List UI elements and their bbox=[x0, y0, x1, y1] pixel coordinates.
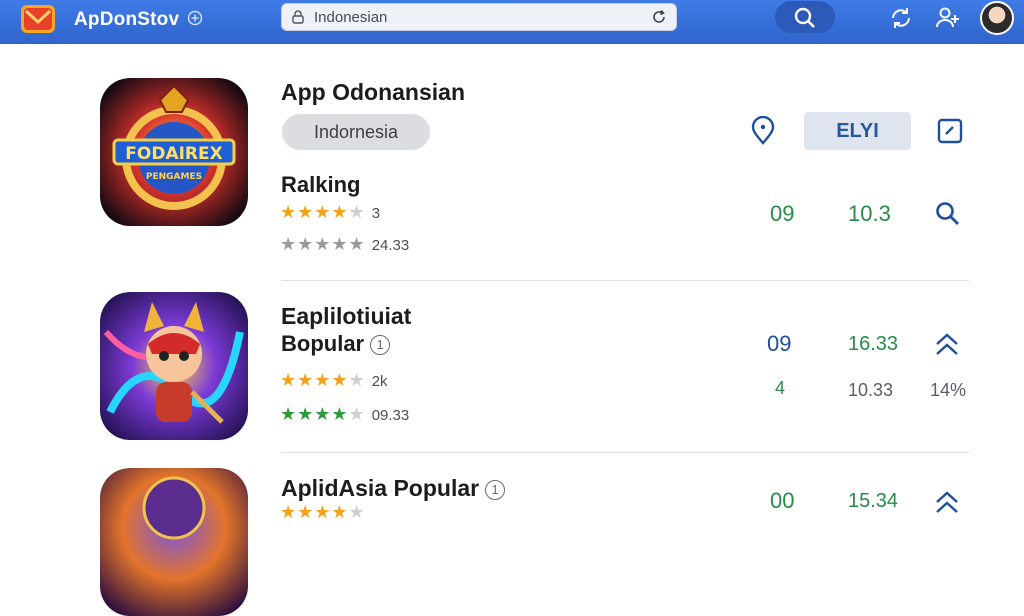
metric-3-b: 15.34 bbox=[848, 490, 899, 512]
action-button[interactable]: ELYI bbox=[804, 112, 911, 150]
rating-count-2: 2k bbox=[371, 373, 388, 390]
share-icon[interactable] bbox=[888, 5, 914, 31]
search-input[interactable]: Indonesian bbox=[314, 9, 387, 26]
rating-count-2b: 09.33 bbox=[371, 407, 410, 424]
refresh-icon[interactable] bbox=[650, 8, 668, 26]
rating-stars-2: ★★★★★ 2k bbox=[280, 370, 388, 390]
svg-text:PENGAMES: PENGAMES bbox=[146, 172, 202, 182]
app-logo-icon[interactable] bbox=[20, 4, 56, 34]
app-title-3[interactable]: AplidAsia Popular 1 bbox=[281, 475, 506, 502]
game-artwork-icon bbox=[100, 292, 248, 440]
info-icon[interactable]: 1 bbox=[485, 480, 506, 500]
row-divider-1 bbox=[281, 280, 969, 281]
app-title-1[interactable]: App Odonansian bbox=[281, 79, 465, 106]
app-icon-3[interactable] bbox=[100, 468, 248, 616]
game-artwork-icon bbox=[100, 468, 248, 616]
location-pin-icon[interactable] bbox=[750, 116, 776, 146]
rating-stars-1: ★★★★★ 3 bbox=[280, 202, 381, 222]
chevron-up-double-icon[interactable] bbox=[932, 488, 962, 518]
lock-icon bbox=[292, 10, 304, 24]
metric-1-b: 10.3 bbox=[848, 201, 891, 226]
plus-circle-icon[interactable] bbox=[187, 10, 203, 26]
metric-2-d: 10.33 bbox=[848, 380, 894, 400]
search-bar[interactable]: Indonesian bbox=[281, 3, 677, 31]
app-subtitle-2-text: Bopular bbox=[281, 331, 365, 356]
app-icon-2[interactable] bbox=[100, 292, 248, 440]
rating-count-1: 3 bbox=[371, 205, 381, 222]
metric-2-b: 16.33 bbox=[848, 333, 899, 355]
rating-count-1b: 24.33 bbox=[371, 237, 410, 254]
top-bar: ApDonStov Indonesian bbox=[0, 0, 1024, 44]
search-icon bbox=[794, 7, 815, 28]
svg-text:FODAIREX: FODAIREX bbox=[125, 144, 222, 164]
avatar[interactable] bbox=[980, 1, 1014, 35]
app-icon-1[interactable]: FODAIREX PENGAMES bbox=[100, 78, 248, 226]
region-pill[interactable]: Indornesia bbox=[282, 114, 430, 150]
info-icon[interactable]: 1 bbox=[370, 335, 391, 355]
edit-square-icon[interactable] bbox=[936, 117, 964, 145]
section-label-ranking: Ralking bbox=[281, 172, 361, 197]
search-icon[interactable] bbox=[934, 200, 962, 228]
metric-2-c: 4 bbox=[775, 378, 786, 398]
app-subtitle-2: Bopular 1 bbox=[281, 331, 391, 357]
row-divider-2 bbox=[281, 452, 969, 453]
metric-3-a: 00 bbox=[770, 488, 795, 513]
user-add-icon[interactable] bbox=[935, 5, 961, 31]
brand-title[interactable]: ApDonStov bbox=[74, 9, 179, 31]
metric-2-a: 09 bbox=[767, 331, 792, 356]
metric-1-a: 09 bbox=[770, 201, 795, 226]
rating-stars-2b: ★★★★★ 09.33 bbox=[280, 404, 410, 424]
metric-2-e: 14% bbox=[930, 380, 967, 400]
game-artwork-icon: FODAIREX PENGAMES bbox=[100, 78, 248, 226]
app-title-3-text: AplidAsia Popular bbox=[281, 475, 480, 501]
rating-stars-1b: ★★★★★ 24.33 bbox=[280, 234, 410, 254]
app-title-2[interactable]: Eaplilotiuiat bbox=[281, 303, 411, 330]
rating-stars-3: ★★★★★ bbox=[280, 502, 366, 522]
chevron-up-double-icon[interactable] bbox=[932, 330, 962, 360]
search-button[interactable] bbox=[775, 1, 835, 33]
